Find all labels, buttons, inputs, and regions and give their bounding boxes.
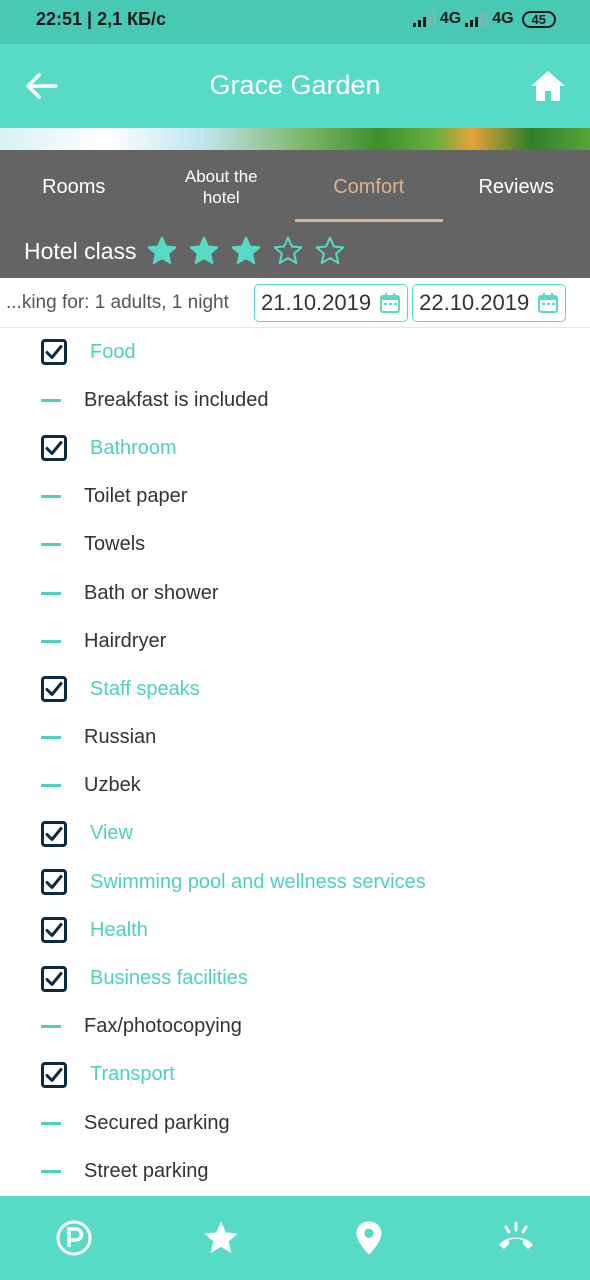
dash-icon <box>41 639 61 643</box>
amenity-label: Secured parking <box>84 1111 230 1134</box>
amenity-category: Staff speaks <box>0 665 590 713</box>
amenity-label: Fax/photocopying <box>84 1015 242 1038</box>
checkbox-checked-icon[interactable] <box>41 676 67 703</box>
booking-summary: ...king for: 1 adults, 1 night <box>6 291 229 313</box>
dash-icon <box>41 736 61 740</box>
star-filled-icon <box>232 236 261 264</box>
checkbox-checked-icon[interactable] <box>41 965 67 992</box>
amenity-label: Bathroom <box>90 436 177 459</box>
amenity-label: Street parking <box>84 1159 209 1182</box>
call-button[interactable] <box>494 1216 538 1260</box>
amenity-feature: Towels <box>0 521 590 569</box>
tab-reviews[interactable]: Reviews <box>443 150 590 224</box>
amenity-feature: Breakfast is included <box>0 376 590 424</box>
checkbox-checked-icon[interactable] <box>41 869 67 896</box>
amenity-category: Bathroom <box>0 424 590 472</box>
favorites-button[interactable] <box>199 1216 243 1260</box>
checkbox-checked-icon[interactable] <box>41 435 67 462</box>
check-in-date: 21.10.2019 <box>261 289 372 315</box>
checkbox-checked-icon[interactable] <box>41 339 67 366</box>
amenity-feature: Secured parking <box>0 1099 590 1147</box>
amenity-category: Business facilities <box>0 954 590 1002</box>
check-in-date-field[interactable]: 21.10.2019 <box>254 283 409 322</box>
amenity-label: Food <box>90 340 136 363</box>
amenity-feature: Street parking <box>0 1147 590 1195</box>
amenity-label: Toilet paper <box>84 485 188 508</box>
status-bar: 22:51 | 2,1 КБ/с 4G 4G 45 <box>0 0 590 44</box>
status-time: 22:51 | 2,1 КБ/с <box>36 9 167 29</box>
home-button[interactable] <box>528 66 568 106</box>
signal-icon <box>465 11 489 27</box>
hotel-photo-strip <box>0 128 590 150</box>
star-filled-icon <box>190 236 219 264</box>
tab-rooms[interactable]: Rooms <box>0 150 148 224</box>
star-rating <box>146 235 346 267</box>
amenity-category: Swimming pool and wellness services <box>0 858 590 906</box>
hotel-class-label: Hotel class <box>24 237 137 264</box>
check-out-date-field[interactable]: 22.10.2019 <box>412 283 567 322</box>
calendar-icon <box>538 292 559 313</box>
star-empty-icon <box>274 236 303 264</box>
page-title: Grace Garden <box>209 70 381 100</box>
signal-icon <box>412 11 436 27</box>
dash-icon <box>41 398 61 402</box>
amenity-label: Swimming pool and wellness services <box>90 870 426 893</box>
parking-button[interactable] <box>52 1216 96 1260</box>
amenity-label: Russian <box>84 726 157 749</box>
network-type-1: 4G <box>439 10 462 27</box>
amenity-label: Uzbek <box>84 774 141 797</box>
amenity-label: Bath or shower <box>84 581 219 604</box>
star-icon <box>204 1221 238 1253</box>
checkbox-checked-icon[interactable] <box>41 917 67 944</box>
checkbox-checked-icon[interactable] <box>41 820 67 847</box>
bottom-nav <box>0 1196 590 1280</box>
dash-icon <box>41 784 61 788</box>
amenity-category: Health <box>0 906 590 954</box>
amenity-label: View <box>90 822 133 845</box>
app-bar: Grace Garden <box>0 44 590 128</box>
amenity-category: View <box>0 810 590 858</box>
home-icon <box>531 71 565 101</box>
phone-icon <box>499 1221 534 1249</box>
amenity-feature: Toilet paper <box>0 473 590 521</box>
dash-icon <box>41 591 61 595</box>
tab-comfort[interactable]: Comfort <box>295 150 443 224</box>
status-indicators: 4G 4G 45 <box>412 10 556 28</box>
amenity-label: Hairdryer <box>84 629 167 652</box>
amenity-label: Breakfast is included <box>84 388 269 411</box>
amenity-label: Health <box>90 918 148 941</box>
star-empty-icon <box>316 236 345 264</box>
dash-icon <box>41 495 61 499</box>
amenity-category: Food <box>0 328 590 376</box>
map-button[interactable] <box>347 1216 391 1260</box>
booking-bar: ...king for: 1 adults, 1 night 21.10.201… <box>0 278 590 328</box>
tab-about-hotel[interactable]: About the hotel <box>148 150 296 224</box>
amenity-label: Transport <box>90 1063 175 1086</box>
amenity-list: Food Breakfast is included Bathroom Toilet … <box>0 328 590 1195</box>
amenity-label: Towels <box>84 533 146 556</box>
dash-icon <box>41 1121 61 1125</box>
location-pin-icon <box>356 1221 382 1255</box>
amenity-category: Transport <box>0 1051 590 1099</box>
check-out-date: 22.10.2019 <box>419 289 530 315</box>
calendar-icon <box>380 292 401 313</box>
hotel-class-row: Hotel class <box>0 224 590 278</box>
tab-bar: Rooms About the hotel Comfort Reviews <box>0 150 590 224</box>
amenity-label: Business facilities <box>90 967 248 990</box>
dash-icon <box>41 543 61 547</box>
amenity-label: Staff speaks <box>90 677 200 700</box>
battery-icon: 45 <box>521 10 556 28</box>
amenity-feature: Fax/photocopying <box>0 1003 590 1051</box>
star-filled-icon <box>148 236 177 264</box>
dash-icon <box>41 1025 61 1029</box>
network-type-2: 4G <box>492 10 514 27</box>
dash-icon <box>41 1169 61 1173</box>
amenity-feature: Bath or shower <box>0 569 590 617</box>
amenity-feature: Hairdryer <box>0 617 590 665</box>
amenity-feature: Uzbek <box>0 762 590 810</box>
amenity-feature: Russian <box>0 714 590 762</box>
checkbox-checked-icon[interactable] <box>41 1061 67 1088</box>
parking-icon <box>56 1220 92 1256</box>
